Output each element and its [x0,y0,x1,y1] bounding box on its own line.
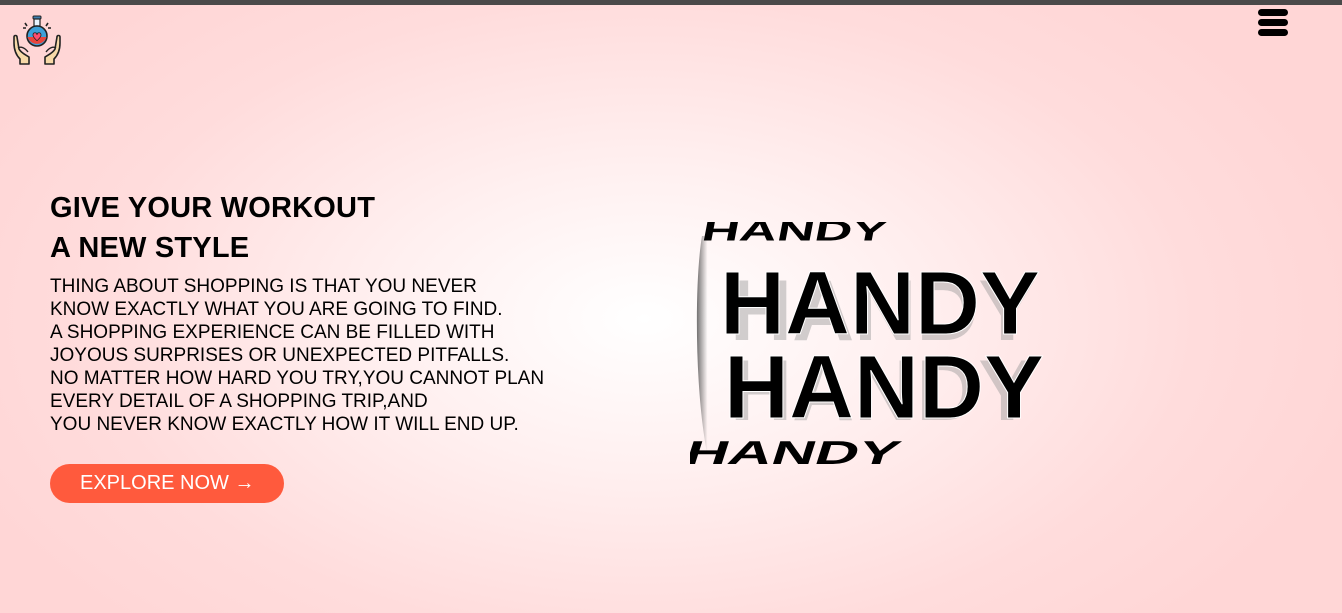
hero-section: GIVE YOUR WORKOUT A NEW STYLE THING ABOU… [50,188,610,436]
hamburger-menu-icon [1258,9,1290,36]
hero-description-line: JOYOUS SURPRISES OR UNEXPECTED PITFALLS. [50,345,510,366]
logo[interactable] [11,15,63,67]
hero-description-line: YOU NEVER KNOW EXACTLY HOW IT WILL END U… [50,414,519,435]
hero-description-line: EVERY DETAIL OF A SHOPPING TRIP,AND [50,391,428,412]
menu-button[interactable] [1258,9,1290,39]
hero-description-line: KNOW EXACTLY WHAT YOU ARE GOING TO FIND. [50,299,503,320]
explore-now-button[interactable]: EXPLORE NOW → [50,464,284,503]
hero-description-line: A SHOPPING EXPERIENCE CAN BE FILLED WITH [50,322,495,343]
handy-3d-text-art: HANDY HANDY HANDY HANDY HANDY HANDY [680,215,1160,482]
art-word-main: HANDY [724,338,1044,438]
potion-in-hands-icon [13,15,61,65]
top-border [0,0,1342,5]
hero-heading-line: A NEW STYLE [50,232,250,264]
hero-description-line: NO MATTER HOW HARD YOU TRY,YOU CANNOT PL… [50,368,545,389]
hero-heading-line: GIVE YOUR WORKOUT [50,192,376,224]
hero-description-line: THING ABOUT SHOPPING IS THAT YOU NEVER [50,276,477,297]
hero-description: THING ABOUT SHOPPING IS THAT YOU NEVER K… [50,275,610,436]
hero-heading: GIVE YOUR WORKOUT A NEW STYLE [50,188,610,268]
